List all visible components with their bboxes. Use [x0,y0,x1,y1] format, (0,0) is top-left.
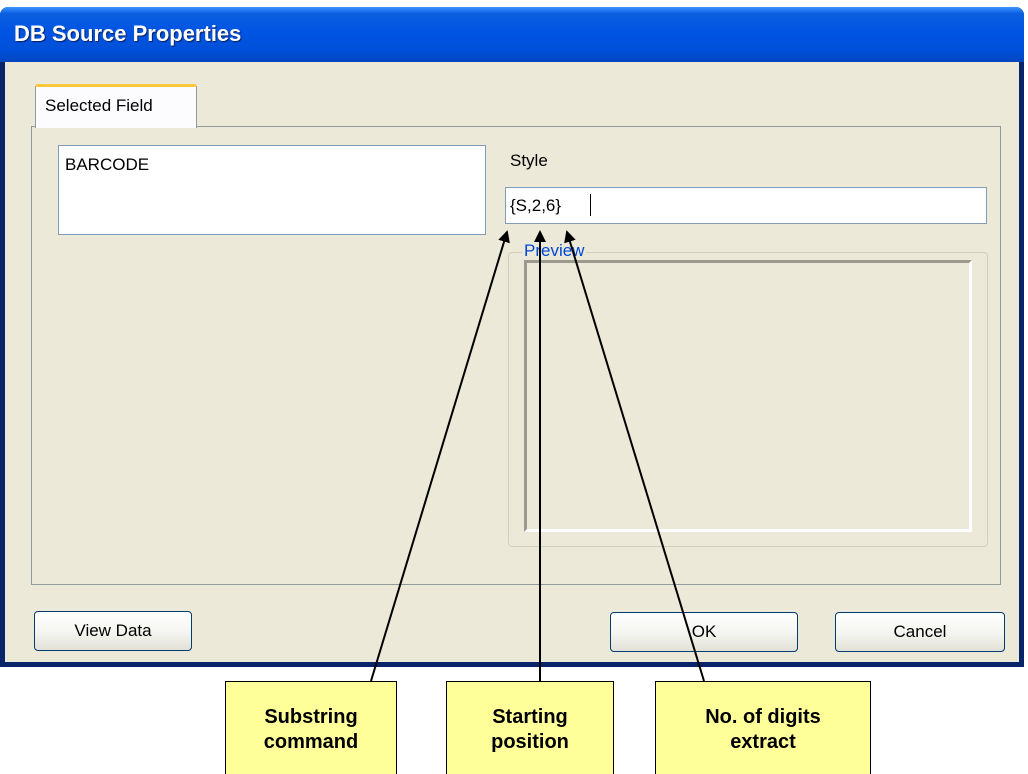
cancel-button[interactable]: Cancel [835,612,1005,652]
style-input-value: {S,2,6} [510,196,562,215]
field-listbox[interactable]: BARCODE [58,145,486,235]
callout-substring-command: Substring command [225,681,397,774]
text-caret [590,194,591,216]
title-bar[interactable]: DB Source Properties [0,7,1024,62]
callout-starting-position: Starting position [446,681,614,774]
dialog-window: DB Source Properties Selected Field BARC… [0,7,1024,667]
tab-selected-field[interactable]: Selected Field [35,84,197,128]
ok-button[interactable]: OK [610,612,798,652]
view-data-button[interactable]: View Data [34,611,192,651]
callout-digit-count: No. of digits extract [655,681,871,774]
dialog-client-area: Selected Field BARCODE Style {S,2,6} Pre… [5,62,1019,662]
tab-panel: BARCODE Style {S,2,6} Preview [31,126,1001,585]
style-input[interactable]: {S,2,6} [505,187,987,224]
tab-label: Selected Field [45,96,153,115]
preview-area [524,260,972,532]
preview-label: Preview [522,241,587,261]
list-item[interactable]: BARCODE [65,155,149,175]
style-label: Style [510,151,548,170]
window-title: DB Source Properties [14,21,242,46]
